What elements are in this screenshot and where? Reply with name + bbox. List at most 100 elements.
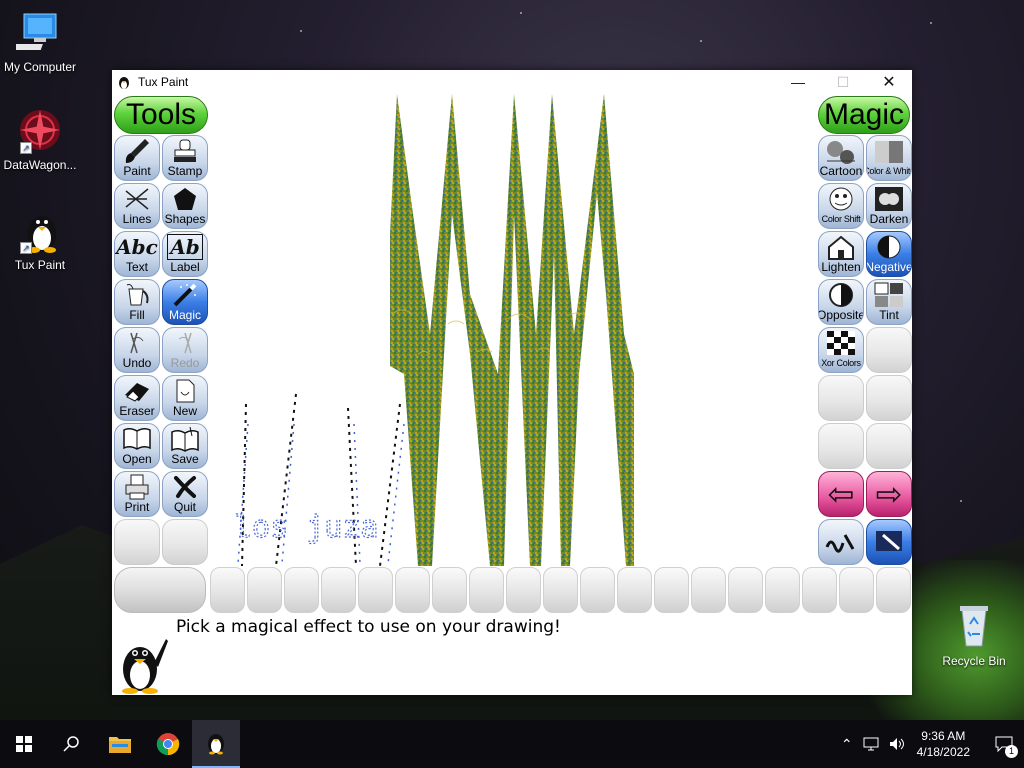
desktop-icon-tux-paint[interactable]: ↗ Tux Paint <box>0 206 80 272</box>
color-swatch[interactable] <box>728 567 763 613</box>
magic-color-white-button[interactable]: Color & White <box>866 135 912 181</box>
tool-label-button[interactable]: Ab Label <box>162 231 208 277</box>
notification-badge: 1 <box>1005 745 1018 758</box>
tool-undo-button[interactable]: Undo <box>114 327 160 373</box>
chevron-up-icon[interactable]: ⌃ <box>841 736 853 753</box>
title-bar[interactable]: Tux Paint — ☐ ✕ <box>112 70 912 94</box>
color-swatch[interactable] <box>395 567 430 613</box>
opposite-icon <box>819 280 863 309</box>
minimize-button[interactable]: — <box>775 70 821 94</box>
magic-prev-page-button[interactable]: ⇦ <box>818 471 864 517</box>
search-button[interactable] <box>48 720 96 768</box>
recycle-bin-icon <box>950 602 998 650</box>
current-color-swatch[interactable] <box>114 567 206 613</box>
tool-paint-button[interactable]: Paint <box>114 135 160 181</box>
color-swatch[interactable] <box>876 567 911 613</box>
color-swatch[interactable] <box>839 567 874 613</box>
clock-time: 9:36 AM <box>921 729 966 743</box>
cartoon-icon <box>819 136 863 165</box>
notification-button[interactable]: 1 <box>984 720 1024 768</box>
stamp-icon <box>163 136 207 165</box>
magic-tint-button[interactable]: Tint <box>866 279 912 325</box>
paint-bucket-icon <box>115 280 159 309</box>
empty-slot <box>866 423 912 469</box>
button-label: Undo <box>122 356 152 370</box>
tool-open-button[interactable]: Open <box>114 423 160 469</box>
tool-text-button[interactable]: Abc Text <box>114 231 160 277</box>
button-label: Lighten <box>821 260 861 274</box>
tool-stamp-button[interactable]: Stamp <box>162 135 208 181</box>
system-tray: ⌃ 9:36 AM 4/18/2022 1 <box>835 720 1024 768</box>
color-swatch[interactable] <box>580 567 615 613</box>
tool-fill-button[interactable]: Fill <box>114 279 160 325</box>
tux-paint-taskbar-button[interactable] <box>192 720 240 768</box>
tool-eraser-button[interactable]: Eraser <box>114 375 160 421</box>
tool-print-button[interactable]: Print <box>114 471 160 517</box>
magic-darken-button[interactable]: Darken <box>866 183 912 229</box>
file-explorer-button[interactable] <box>96 720 144 768</box>
color-swatch[interactable] <box>321 567 356 613</box>
color-swatch[interactable] <box>432 567 467 613</box>
arrow-right-icon: ⇨ <box>875 476 903 512</box>
color-swatch[interactable] <box>210 567 245 613</box>
color-swatch[interactable] <box>284 567 319 613</box>
start-button[interactable] <box>0 720 48 768</box>
darken-icon <box>867 184 911 213</box>
color-swatch[interactable] <box>765 567 800 613</box>
tool-save-button[interactable]: Save <box>162 423 208 469</box>
fullscreen-wand-icon <box>873 527 905 558</box>
magic-opposite-button[interactable]: Opposite <box>818 279 864 325</box>
magic-lighten-button[interactable]: Lighten <box>818 231 864 277</box>
volume-icon[interactable] <box>889 737 905 751</box>
tux-paint-window: Tux Paint — ☐ ✕ Tools Magic Paint Stamp Li… <box>112 70 912 695</box>
windows-logo-icon <box>16 736 32 752</box>
magic-next-page-button[interactable]: ⇨ <box>866 471 912 517</box>
lines-icon <box>115 184 159 213</box>
text-abc-icon: Abc <box>116 234 158 259</box>
color-swatch[interactable] <box>617 567 652 613</box>
magic-cartoon-button[interactable]: Cartoon <box>818 135 864 181</box>
drawing-canvas[interactable]: los juza <box>208 94 816 566</box>
button-label: Color Shift <box>821 214 861 224</box>
color-swatch[interactable] <box>469 567 504 613</box>
color-swatch[interactable] <box>358 567 393 613</box>
chrome-button[interactable] <box>144 720 192 768</box>
magic-xor-colors-button[interactable]: Xor Colors <box>818 327 864 373</box>
redo-icon <box>163 328 207 357</box>
desktop-icon-label: DataWagon... <box>3 158 77 172</box>
desktop-icon-my-computer[interactable]: My Computer <box>0 8 80 74</box>
button-label: Lines <box>122 212 152 226</box>
undo-icon <box>115 328 159 357</box>
save-book-icon <box>163 424 207 453</box>
network-icon[interactable] <box>863 737 879 751</box>
tool-quit-button[interactable]: Quit <box>162 471 208 517</box>
tool-redo-button[interactable]: Redo <box>162 327 208 373</box>
magic-paint-mode-button[interactable] <box>818 519 864 565</box>
magic-color-shift-button[interactable]: Color Shift <box>818 183 864 229</box>
button-label: Color & White <box>867 166 911 176</box>
desktop-icon-datawagon[interactable]: ↗ DataWagon... <box>0 106 80 172</box>
tool-shapes-button[interactable]: Shapes <box>162 183 208 229</box>
color-swatch[interactable] <box>247 567 282 613</box>
color-swatch[interactable] <box>654 567 689 613</box>
open-book-icon <box>115 424 159 453</box>
desktop-icon-label: My Computer <box>3 60 77 74</box>
taskbar: ⌃ 9:36 AM 4/18/2022 1 <box>0 720 1024 768</box>
tool-new-button[interactable]: New <box>162 375 208 421</box>
xor-checker-icon <box>819 328 863 357</box>
tux-icon <box>208 734 224 755</box>
empty-slot <box>162 519 208 565</box>
clock[interactable]: 9:36 AM 4/18/2022 <box>917 728 970 760</box>
color-swatch[interactable] <box>802 567 837 613</box>
desktop-icon-recycle-bin[interactable]: Recycle Bin <box>934 602 1014 668</box>
close-button[interactable]: ✕ <box>866 70 912 94</box>
maximize-button[interactable]: ☐ <box>820 70 866 94</box>
magic-fullscreen-mode-button[interactable] <box>866 519 912 565</box>
color-swatch[interactable] <box>543 567 578 613</box>
tool-magic-button[interactable]: Magic <box>162 279 208 325</box>
lighten-house-icon <box>819 232 863 261</box>
color-swatch[interactable] <box>691 567 726 613</box>
tool-lines-button[interactable]: Lines <box>114 183 160 229</box>
magic-negative-button[interactable]: Negative <box>866 231 912 277</box>
color-swatch[interactable] <box>506 567 541 613</box>
